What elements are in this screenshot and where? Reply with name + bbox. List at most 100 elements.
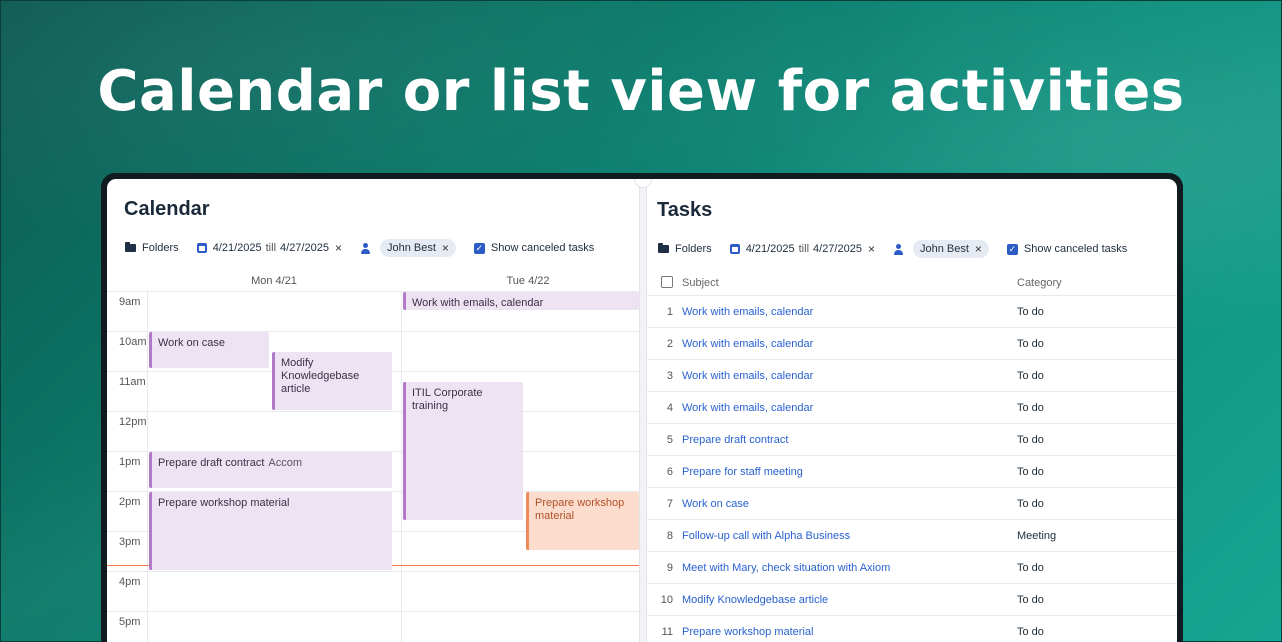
task-category: To do: [1017, 434, 1044, 446]
folders-filter[interactable]: Folders: [658, 243, 712, 255]
event-title: ITIL Corporate training: [412, 387, 483, 412]
tasks-filter-bar: Folders 4/21/2025 till 4/27/2025 × John …: [658, 240, 1145, 258]
date-range-filter[interactable]: 4/21/2025 till 4/27/2025 ×: [196, 241, 342, 255]
column-header-category[interactable]: Category: [1017, 277, 1062, 289]
task-category: To do: [1017, 466, 1044, 478]
user-chip-label: John Best: [386, 242, 436, 254]
page-headline: Calendar or list view for activities: [97, 59, 1185, 124]
hour-label: 3pm: [119, 536, 141, 548]
calendar-icon: [196, 243, 207, 253]
task-subject-link[interactable]: Meet with Mary, check situation with Axi…: [682, 562, 890, 574]
task-subject-link[interactable]: Work on case: [682, 498, 749, 510]
calendar-event[interactable]: Prepare workshop material: [149, 492, 392, 570]
remove-user-icon[interactable]: ×: [975, 242, 982, 256]
event-title: Prepare workshop material: [535, 497, 625, 522]
event-title: Work on case: [158, 337, 226, 349]
table-row[interactable]: 3 Work with emails, calendar To do: [647, 359, 1177, 391]
calendar-panel: Calendar Folders 4/21/2025 till 4/27/202…: [107, 179, 639, 642]
calendar-event[interactable]: Work with emails, calendar: [403, 292, 639, 310]
calendar-event[interactable]: Modify Knowledgebase article: [272, 352, 392, 410]
table-row[interactable]: 8 Follow-up call with Alpha Business Meeti…: [647, 519, 1177, 551]
select-all-checkbox[interactable]: [661, 276, 673, 288]
hour-label: 10am: [119, 336, 147, 348]
calendar-event[interactable]: Prepare workshop material: [526, 492, 639, 550]
date-to: 4/27/2025: [280, 242, 329, 254]
row-number: 10: [660, 594, 673, 606]
hour-row[interactable]: 5pm: [107, 611, 639, 642]
row-number: 11: [661, 626, 673, 638]
calendar-event[interactable]: Work on case: [149, 332, 269, 368]
hour-label: 1pm: [119, 456, 141, 468]
tasks-title: Tasks: [657, 199, 713, 221]
table-row[interactable]: 2 Work with emails, calendar To do: [647, 327, 1177, 359]
calendar-grid[interactable]: 9am 10am 11am 12pm 1pm 2pm 3pm 4pm 5pm Work with …: [107, 291, 639, 642]
task-subject-link[interactable]: Work with emails, calendar: [682, 306, 813, 318]
user-filter[interactable]: John Best ×: [893, 240, 989, 258]
event-title: Modify Knowledgebase article: [281, 357, 360, 395]
show-canceled-label: Show canceled tasks: [490, 242, 595, 254]
row-number: 4: [666, 402, 673, 414]
hour-label: 5pm: [119, 616, 141, 628]
calendar-event[interactable]: Prepare draft contract Accom: [149, 452, 392, 488]
show-canceled-toggle[interactable]: ✓ Show canceled tasks: [1006, 243, 1127, 255]
task-subject-link[interactable]: Work with emails, calendar: [682, 338, 813, 350]
clear-date-icon[interactable]: ×: [868, 242, 875, 256]
task-category: To do: [1017, 562, 1044, 574]
task-subject-link[interactable]: Prepare draft contract: [682, 434, 788, 446]
row-number: 8: [666, 530, 673, 542]
user-chip-label: John Best: [919, 243, 969, 255]
task-subject-link[interactable]: Work with emails, calendar: [682, 402, 813, 414]
task-subject-link[interactable]: Prepare for staff meeting: [682, 466, 803, 478]
remove-user-icon[interactable]: ×: [442, 241, 449, 255]
hour-row[interactable]: 12pm: [107, 411, 639, 451]
task-subject-link[interactable]: Prepare workshop material: [682, 626, 813, 638]
user-chip[interactable]: John Best ×: [912, 240, 989, 258]
column-header-subject[interactable]: Subject: [682, 277, 719, 289]
date-range-filter[interactable]: 4/21/2025 till 4/27/2025 ×: [729, 242, 875, 256]
calendar-event[interactable]: ITIL Corporate training: [403, 382, 523, 520]
user-filter[interactable]: John Best ×: [360, 239, 456, 257]
event-title: Prepare workshop material: [158, 497, 290, 509]
table-row[interactable]: 11 Prepare workshop material To do: [647, 615, 1177, 642]
table-row[interactable]: 4 Work with emails, calendar To do: [647, 391, 1177, 423]
row-number: 5: [666, 434, 673, 446]
hour-row[interactable]: 4pm: [107, 571, 639, 611]
app-screen: Calendar Folders 4/21/2025 till 4/27/202…: [107, 179, 1177, 642]
row-number: 1: [666, 306, 673, 318]
folder-icon: [125, 242, 136, 252]
till-label: till: [798, 243, 810, 255]
calendar-icon: [729, 244, 740, 254]
task-category: To do: [1017, 370, 1044, 382]
table-row[interactable]: 1 Work with emails, calendar To do: [647, 295, 1177, 327]
row-number: 3: [666, 370, 673, 382]
table-row[interactable]: 5 Prepare draft contract To do: [647, 423, 1177, 455]
app-window-frame: Calendar Folders 4/21/2025 till 4/27/202…: [101, 173, 1183, 642]
clear-date-icon[interactable]: ×: [335, 241, 342, 255]
calendar-day-header: Mon 4/21 Tue 4/22: [107, 271, 639, 291]
table-row[interactable]: 7 Work on case To do: [647, 487, 1177, 519]
tasks-table-body: 1 Work with emails, calendar To do 2 Work wi…: [647, 295, 1177, 642]
row-number: 7: [666, 498, 673, 510]
panel-resize-handle[interactable]: [634, 179, 652, 642]
user-chip[interactable]: John Best ×: [379, 239, 456, 257]
task-category: To do: [1017, 498, 1044, 510]
task-category: To do: [1017, 306, 1044, 318]
tasks-panel: Tasks Folders 4/21/2025 till 4/27/2025 ×: [647, 179, 1177, 642]
folders-filter[interactable]: Folders: [125, 242, 179, 254]
table-row[interactable]: 9 Meet with Mary, check situation with Ax…: [647, 551, 1177, 583]
show-canceled-toggle[interactable]: ✓ Show canceled tasks: [473, 242, 595, 254]
folders-label: Folders: [675, 243, 712, 255]
table-row[interactable]: 10 Modify Knowledgebase article To do: [647, 583, 1177, 615]
table-row[interactable]: 6 Prepare for staff meeting To do: [647, 455, 1177, 487]
folder-icon: [658, 243, 669, 253]
event-extra: Accom: [268, 457, 303, 469]
task-category: To do: [1017, 402, 1044, 414]
task-subject-link[interactable]: Work with emails, calendar: [682, 370, 813, 382]
day-header-mon: Mon 4/21: [251, 275, 297, 287]
checkbox-checked-icon[interactable]: ✓: [1006, 243, 1018, 255]
task-subject-link[interactable]: Modify Knowledgebase article: [682, 594, 828, 606]
task-subject-link[interactable]: Follow-up call with Alpha Business: [682, 530, 850, 542]
user-icon: [893, 243, 903, 255]
checkbox-checked-icon[interactable]: ✓: [473, 242, 485, 254]
task-category: To do: [1017, 338, 1044, 350]
